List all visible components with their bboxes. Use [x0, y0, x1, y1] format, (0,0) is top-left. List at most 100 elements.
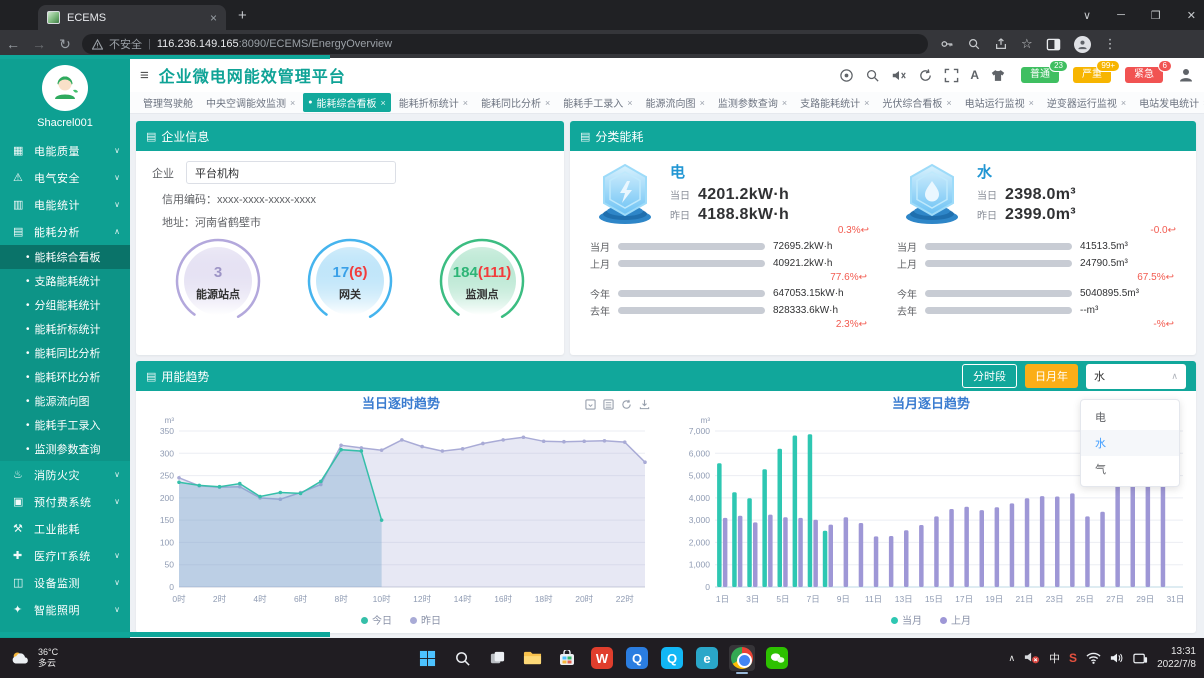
legend-item[interactable]: 今日	[361, 612, 392, 627]
sidebar-subitem[interactable]: •支路能耗统计	[0, 269, 130, 293]
minimize-button[interactable]: ─	[1117, 9, 1125, 21]
save-image-icon[interactable]	[585, 399, 596, 410]
sogou-icon[interactable]: S	[1069, 651, 1077, 665]
sidebar-item[interactable]: ✦智能照明∨	[0, 596, 130, 623]
taskbar-app-wps[interactable]: W	[589, 645, 615, 671]
sidebar-subitem[interactable]: •能耗同比分析	[0, 341, 130, 365]
workspace-tab[interactable]: 能耗折标统计×	[394, 93, 473, 112]
dropdown-option[interactable]: 电	[1081, 404, 1179, 430]
dropdown-option[interactable]: 水	[1081, 430, 1179, 456]
taskbar-clock[interactable]: 13:31 2022/7/8	[1157, 645, 1196, 671]
energy-type-select[interactable]: 水 ∧	[1086, 364, 1186, 389]
taskbar-app-chrome[interactable]	[729, 645, 755, 671]
workspace-tab[interactable]: 电站发电统计×	[1134, 93, 1204, 112]
tab-close-icon[interactable]: ×	[782, 98, 787, 108]
audio-device-muted-icon[interactable]	[1024, 651, 1040, 665]
workspace-tab[interactable]: 监测参数查询×	[713, 93, 792, 112]
browser-tab[interactable]: ECEMS ×	[38, 5, 226, 30]
download-icon[interactable]	[639, 399, 650, 410]
sidebar-item[interactable]: ⚒工业能耗	[0, 515, 130, 542]
sidebar-item[interactable]: ⚠电气安全∨	[0, 164, 130, 191]
sidebar-item[interactable]: ▤能耗分析∧	[0, 218, 130, 245]
workspace-tab[interactable]: 能源流向图×	[641, 93, 710, 112]
sidebar-item[interactable]: ✚医疗IT系统∨	[0, 542, 130, 569]
tab-close-icon[interactable]: ×	[1029, 98, 1034, 108]
user-icon[interactable]	[1178, 67, 1194, 83]
workspace-tab[interactable]: 光伏综合看板×	[877, 93, 956, 112]
start-button[interactable]	[414, 645, 440, 671]
tab-search-icon[interactable]: ∨	[1083, 9, 1091, 22]
workspace-tab[interactable]: 逆变器运行监视×	[1042, 93, 1131, 112]
taskbar-app-edge[interactable]: e	[694, 645, 720, 671]
alarm-badge[interactable]: 严重99+	[1073, 67, 1111, 83]
workspace-tab[interactable]: 电站运行监视×	[960, 93, 1039, 112]
sidebar-subitem[interactable]: •监测参数查询	[0, 437, 130, 461]
ime-indicator[interactable]: 中	[1049, 650, 1060, 666]
maximize-button[interactable]: ❒	[1151, 9, 1161, 22]
font-size-icon[interactable]: A	[970, 68, 979, 82]
sidebar-subitem[interactable]: •能源流向图	[0, 389, 130, 413]
tab-close-icon[interactable]: ×	[463, 98, 468, 108]
forward-button[interactable]: →	[26, 36, 52, 52]
tab-close-icon[interactable]: ×	[627, 98, 632, 108]
taskbar-app-qq-music[interactable]: Q	[659, 645, 685, 671]
sidebar-subitem[interactable]: •能耗折标统计	[0, 317, 130, 341]
dropdown-option[interactable]: 气	[1081, 456, 1179, 482]
taskbar-search-icon[interactable]	[449, 645, 475, 671]
company-input[interactable]	[186, 161, 396, 184]
zoom-icon[interactable]	[967, 37, 981, 51]
horizontal-scrollbar-thumb[interactable]	[0, 632, 330, 637]
password-key-icon[interactable]	[940, 37, 954, 51]
chart-legend[interactable]: 当月 上月	[666, 611, 1196, 627]
sidebar-item[interactable]: ▣预付费系统∨	[0, 488, 130, 515]
bookmark-star-icon[interactable]: ☆	[1021, 36, 1033, 52]
address-bar[interactable]: 不安全 | 116.236.149.165:8090/ECEMS/EnergyO…	[82, 34, 928, 54]
refresh-icon[interactable]	[918, 68, 933, 83]
back-button[interactable]: ←	[0, 36, 26, 52]
sidebar-subitem[interactable]: •能耗环比分析	[0, 365, 130, 389]
mute-icon[interactable]	[891, 68, 907, 83]
fullscreen-icon[interactable]	[944, 68, 959, 83]
chart-legend[interactable]: 今日 昨日	[136, 611, 666, 627]
time-segment-button[interactable]: 分时段	[962, 364, 1017, 388]
browser-menu-kebab-icon[interactable]: ⋮	[1104, 36, 1117, 52]
hamburger-icon[interactable]: ≡	[140, 67, 149, 84]
workspace-tab[interactable]: ●能耗综合看板×	[303, 93, 391, 112]
browser-profile-icon[interactable]	[1074, 36, 1091, 53]
legend-item[interactable]: 上月	[940, 612, 971, 627]
sidebar-subitem[interactable]: •分组能耗统计	[0, 293, 130, 317]
legend-item[interactable]: 当月	[891, 612, 922, 627]
workspace-tab[interactable]: 中央空调能效监测×	[201, 93, 300, 112]
workspace-tab[interactable]: 能耗同比分析×	[476, 93, 555, 112]
file-explorer-icon[interactable]	[519, 645, 545, 671]
sidebar-item[interactable]: ◫设备监测∨	[0, 569, 130, 596]
data-view-icon[interactable]	[603, 399, 614, 410]
new-tab-button[interactable]: +	[238, 7, 247, 24]
side-panel-icon[interactable]	[1046, 37, 1061, 52]
legend-item[interactable]: 昨日	[410, 612, 441, 627]
tab-close-icon[interactable]: ×	[700, 98, 705, 108]
search-icon[interactable]	[865, 68, 880, 83]
sidebar-item[interactable]: ▦电能质量∨	[0, 137, 130, 164]
alarm-badge[interactable]: 普通23	[1021, 67, 1059, 83]
tab-close-icon[interactable]: ×	[864, 98, 869, 108]
taskbar-app-wechat[interactable]	[764, 645, 790, 671]
microsoft-store-icon[interactable]	[554, 645, 580, 671]
sidebar-subitem[interactable]: •能耗综合看板	[0, 245, 130, 269]
tray-chevron-icon[interactable]: ∧	[1008, 653, 1015, 664]
reload-button[interactable]: ↻	[52, 36, 78, 53]
close-tab-icon[interactable]: ×	[210, 11, 217, 25]
alarm-badge[interactable]: 紧急6	[1125, 67, 1163, 83]
tab-close-icon[interactable]: ×	[946, 98, 951, 108]
sidebar-item[interactable]: ♨消防火灾∨	[0, 461, 130, 488]
taskbar-app-qq-browser[interactable]: Q	[624, 645, 650, 671]
tab-close-icon[interactable]: ×	[545, 98, 550, 108]
snip-tool-icon[interactable]	[1133, 652, 1148, 665]
workspace-tab[interactable]: 支路能耗统计×	[795, 93, 874, 112]
restore-refresh-icon[interactable]	[621, 399, 632, 410]
volume-icon[interactable]	[1110, 652, 1124, 664]
workspace-tab[interactable]: 能耗手工录入×	[558, 93, 637, 112]
tab-close-icon[interactable]: ×	[290, 98, 295, 108]
sidebar-subitem[interactable]: •能耗手工录入	[0, 413, 130, 437]
day-month-year-button[interactable]: 日月年	[1025, 364, 1078, 388]
